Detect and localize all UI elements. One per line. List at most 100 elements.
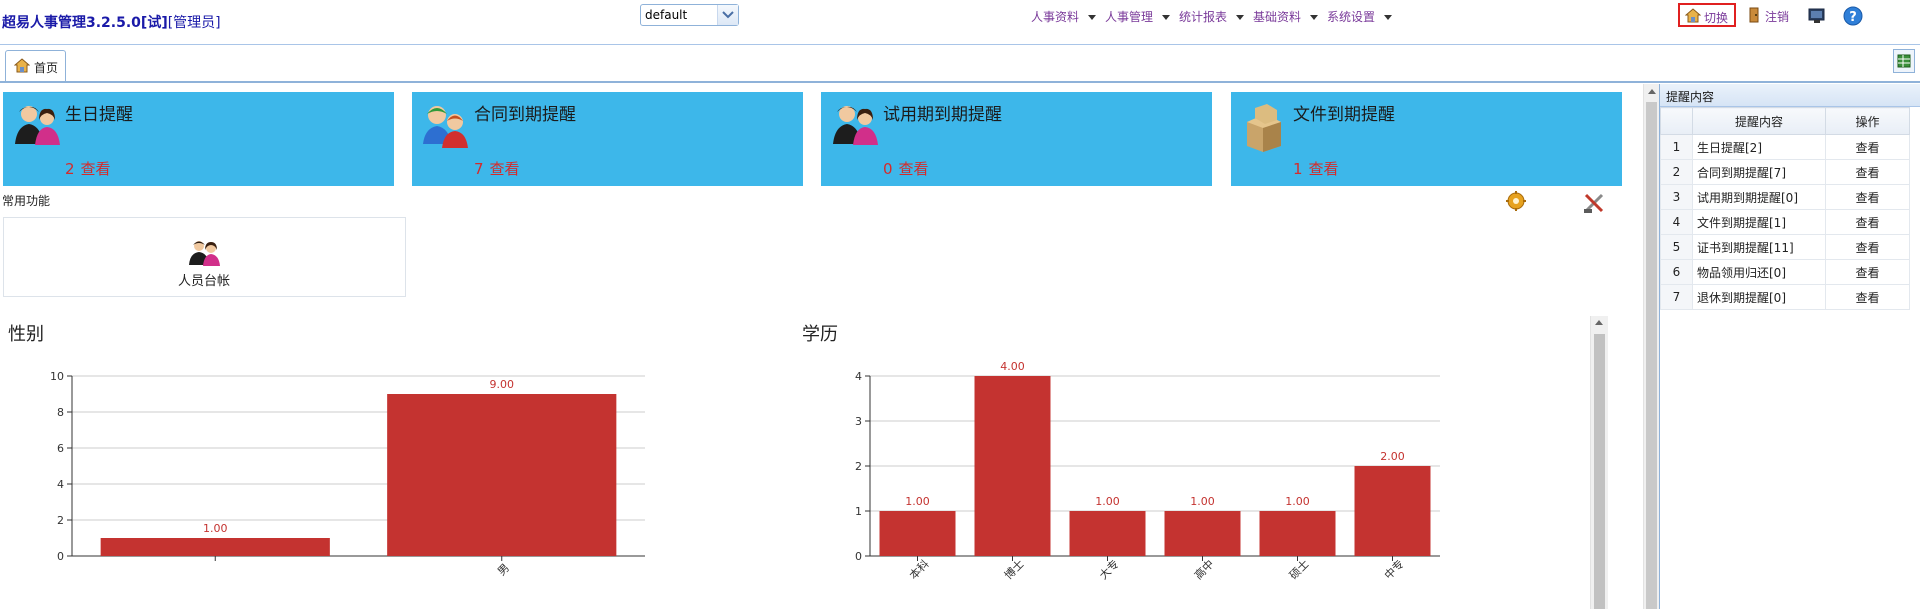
menu-basic-data[interactable]: 基础资料 [1253,8,1319,25]
x-tick-label: 中专 [1381,557,1406,582]
boxes-icon [1247,104,1281,152]
table-row[interactable]: 1 生日提醒[2] 查看 [1660,134,1910,160]
menu-label: 人事管理 [1105,10,1154,24]
row-number: 5 [1660,234,1693,260]
card-count-link[interactable]: 1 查看 [1293,158,1339,179]
data-label: 4.00 [1000,360,1025,373]
data-label: 2.00 [1380,450,1405,463]
chart-area-scrollbar[interactable] [1590,316,1608,609]
card-count-link[interactable]: 7 查看 [474,158,520,179]
y-tick-label: 3 [855,415,862,428]
table-row[interactable]: 2 合同到期提醒[7] 查看 [1660,159,1910,185]
tab-home[interactable]: 首页 [5,50,66,81]
education-chart: 0 1 2 3 4 1.00 本科 4.00 博士 1.00 大专 1.00 高中 1.00 硕士 2.00 中… [855,360,1440,582]
card-count: 2 [65,160,75,178]
card-count-link[interactable]: 0 查看 [883,158,929,179]
switch-button[interactable]: 切换 [1678,3,1736,27]
scroll-up-icon[interactable] [1648,89,1656,94]
column-header-action[interactable]: 操作 [1825,107,1910,135]
education-chart-title: 学历 [802,324,838,345]
monitor-icon[interactable] [1807,7,1827,25]
menu-personnel-management[interactable]: 人事管理 [1105,8,1171,25]
row-view-link[interactable]: 查看 [1825,284,1910,310]
tools-icon[interactable] [1582,192,1606,214]
row-view-link[interactable]: 查看 [1825,184,1910,210]
tab-tools-button[interactable] [1893,49,1915,73]
card-count: 0 [883,160,893,178]
table-row[interactable]: 4 文件到期提醒[1] 查看 [1660,209,1910,235]
card-view-link[interactable]: 查看 [899,160,929,178]
x-tick-label: 博士 [1002,557,1027,582]
shortcut-personnel-ledger[interactable]: 人员台帐 [158,238,248,289]
card-birthday[interactable]: 生日提醒 2 查看 [3,92,394,186]
reminder-panel: 提醒内容 提醒内容 操作 1 生日提醒[2] 查看 2 合同到期提醒[7] 查看 3 试用… [1659,84,1920,609]
row-number: 1 [1660,134,1693,160]
row-view-link[interactable]: 查看 [1825,259,1910,285]
x-tick-label: 本科 [906,557,931,582]
scrollbar-thumb[interactable] [1646,102,1657,609]
menu-personnel-data[interactable]: 人事资料 [1031,8,1097,25]
row-view-link[interactable]: 查看 [1825,159,1910,185]
caret-down-icon [1162,15,1171,20]
y-tick-label: 0 [855,550,862,563]
people-icon [15,106,60,145]
menu-statistics-reports[interactable]: 统计报表 [1179,8,1245,25]
scroll-up-icon[interactable] [1595,320,1603,325]
column-header-content[interactable]: 提醒内容 [1692,107,1826,135]
theme-select[interactable]: default [640,4,739,26]
app-title-text: 超易人事管理3.2.5.0[试] [2,15,168,31]
chevron-down-icon[interactable] [717,5,738,25]
row-view-link[interactable]: 查看 [1825,234,1910,260]
card-count-link[interactable]: 2 查看 [65,158,111,179]
data-label: 9.00 [490,378,515,391]
row-view-link[interactable]: 查看 [1825,209,1910,235]
gender-chart-title: 性别 [8,324,44,345]
home-icon [1685,8,1701,23]
data-label: 1.00 [203,522,228,535]
y-tick-label: 10 [50,370,64,383]
help-icon[interactable]: ? [1843,6,1863,26]
svg-text:?: ? [1849,10,1857,25]
logout-label: 注销 [1765,10,1790,24]
card-view-link[interactable]: 查看 [81,160,111,178]
card-document-expiry[interactable]: 文件到期提醒 1 查看 [1231,92,1622,186]
card-view-link[interactable]: 查看 [490,160,520,178]
menu-label: 基础资料 [1253,10,1302,24]
bar [1354,466,1431,556]
row-view-link[interactable]: 查看 [1825,134,1910,160]
scrollbar-thumb[interactable] [1594,334,1605,609]
bar [1069,511,1146,556]
table-row[interactable]: 6 物品领用归还[0] 查看 [1660,259,1910,285]
y-tick-label: 4 [57,478,64,491]
card-title: 合同到期提醒 [474,105,576,125]
row-number: 7 [1660,284,1693,310]
row-number: 2 [1660,159,1693,185]
table-row[interactable]: 3 试用期到期提醒[0] 查看 [1660,184,1910,210]
card-view-link[interactable]: 查看 [1309,160,1339,178]
header-bar: 超易人事管理3.2.5.0[试][管理员] default 人事资料 人事管理 … [0,0,1920,45]
card-probation-expiry[interactable]: 试用期到期提醒 0 查看 [821,92,1212,186]
people-icon [833,106,878,145]
switch-label: 切换 [1704,11,1729,25]
menu-system-settings[interactable]: 系统设置 [1327,8,1393,25]
home-icon [14,58,30,73]
row-content: 物品领用归还[0] [1692,259,1826,285]
door-icon [1749,7,1759,23]
caret-down-icon [1384,15,1393,20]
menu-label: 人事资料 [1031,10,1080,24]
common-functions-panel: 人员台帐 [3,217,406,297]
caret-down-icon [1310,15,1319,20]
card-contract-expiry[interactable]: 合同到期提醒 7 查看 [412,92,803,186]
menu-label: 统计报表 [1179,10,1228,24]
main-scrollbar[interactable] [1643,84,1660,609]
logout-button[interactable]: 注销 [1745,5,1805,25]
row-content: 合同到期提醒[7] [1692,159,1826,185]
column-header-index [1660,107,1693,135]
settings-icon[interactable] [1505,190,1527,212]
card-title: 文件到期提醒 [1293,105,1395,125]
table-row[interactable]: 5 证书到期提醒[11] 查看 [1660,234,1910,260]
data-label: 1.00 [1285,495,1310,508]
row-content: 退休到期提醒[0] [1692,284,1826,310]
people-icon [189,241,220,266]
table-row[interactable]: 7 退休到期提醒[0] 查看 [1660,284,1910,310]
